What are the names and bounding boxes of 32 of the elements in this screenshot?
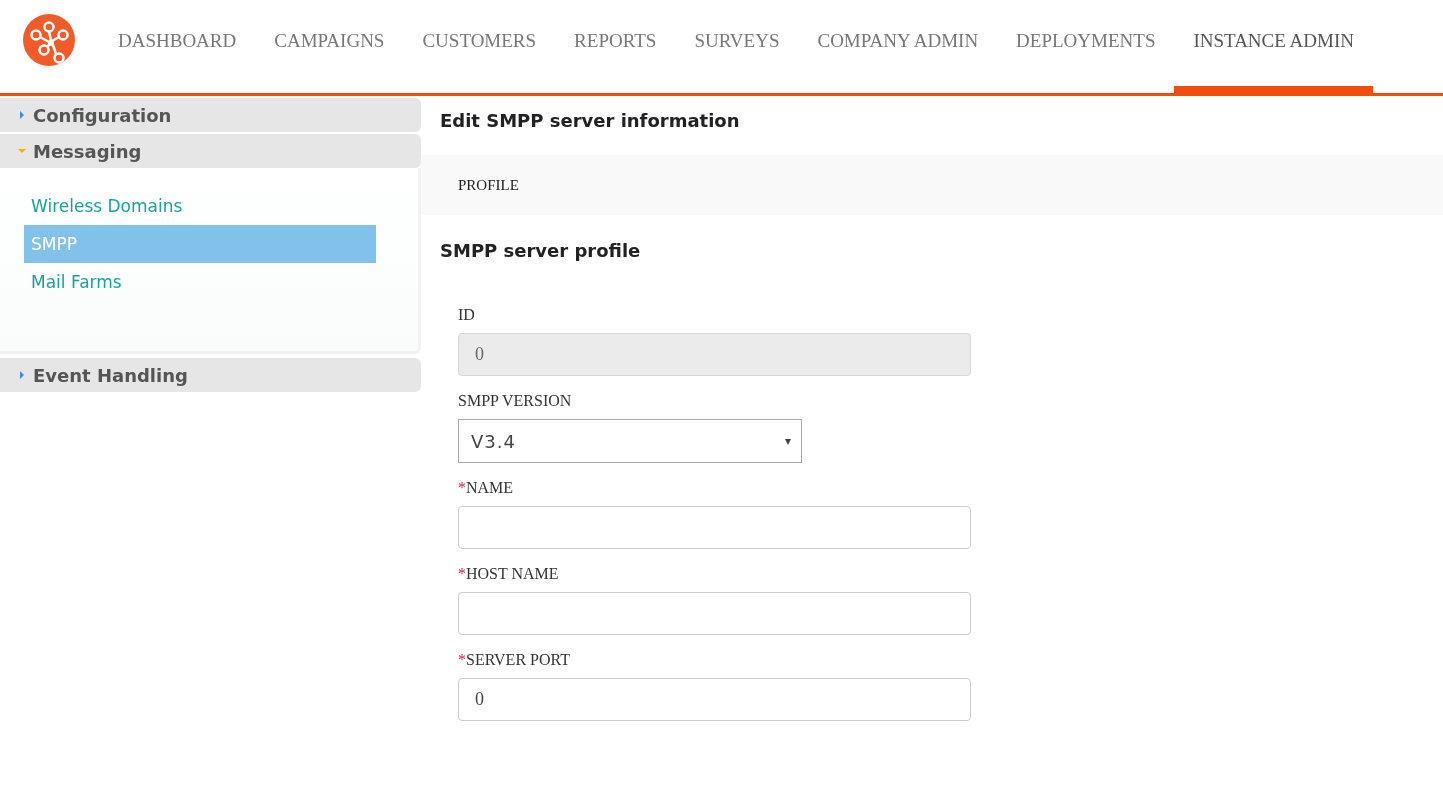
caret-right-icon bbox=[18, 111, 26, 119]
nav-tab[interactable]: SURVEYS bbox=[675, 0, 799, 93]
version-dropdown[interactable]: V3.4 ▾ bbox=[458, 419, 802, 463]
page-title: Edit SMPP server information bbox=[440, 110, 741, 133]
nav-tab[interactable]: COMPANY ADMIN bbox=[798, 0, 998, 93]
sidebar-item[interactable]: Mail Farms bbox=[24, 263, 376, 301]
field-label: ID bbox=[458, 306, 476, 324]
input-field[interactable] bbox=[458, 506, 971, 549]
accordion-header[interactable]: Messaging bbox=[0, 134, 421, 168]
input-field[interactable] bbox=[458, 592, 971, 635]
accordion-title: Messaging bbox=[33, 140, 142, 162]
accordion-header[interactable]: Event Handling bbox=[0, 358, 421, 392]
nav-tab[interactable]: INSTANCE ADMIN bbox=[1174, 0, 1373, 93]
nav-tab[interactable]: CAMPAIGNS bbox=[255, 0, 404, 93]
field-label: *SERVER PORT bbox=[458, 651, 571, 669]
nav-tab[interactable]: CUSTOMERS bbox=[403, 0, 556, 93]
logo-icon[interactable] bbox=[23, 14, 75, 66]
nav-tab[interactable]: DASHBOARD bbox=[99, 0, 256, 93]
accordion-title: Configuration bbox=[33, 104, 172, 126]
accordion-title: Event Handling bbox=[33, 364, 188, 386]
section-title: SMPP server profile bbox=[440, 240, 642, 263]
caret-right-icon bbox=[18, 371, 26, 379]
accordion-header[interactable]: Configuration bbox=[0, 98, 421, 132]
field-label: *HOST NAME bbox=[458, 565, 560, 583]
input-field[interactable]: 0 bbox=[458, 678, 971, 721]
nav-tab[interactable]: DEPLOYMENTS bbox=[997, 0, 1175, 93]
nav-tab[interactable]: REPORTS bbox=[555, 0, 676, 93]
profile-tab[interactable]: PROFILE bbox=[458, 176, 519, 194]
sidebar-item[interactable]: Wireless Domains bbox=[24, 187, 376, 225]
field-label: *NAME bbox=[458, 479, 515, 497]
field-label: SMPP VERSION bbox=[458, 392, 573, 410]
caret-down-icon bbox=[18, 147, 26, 155]
